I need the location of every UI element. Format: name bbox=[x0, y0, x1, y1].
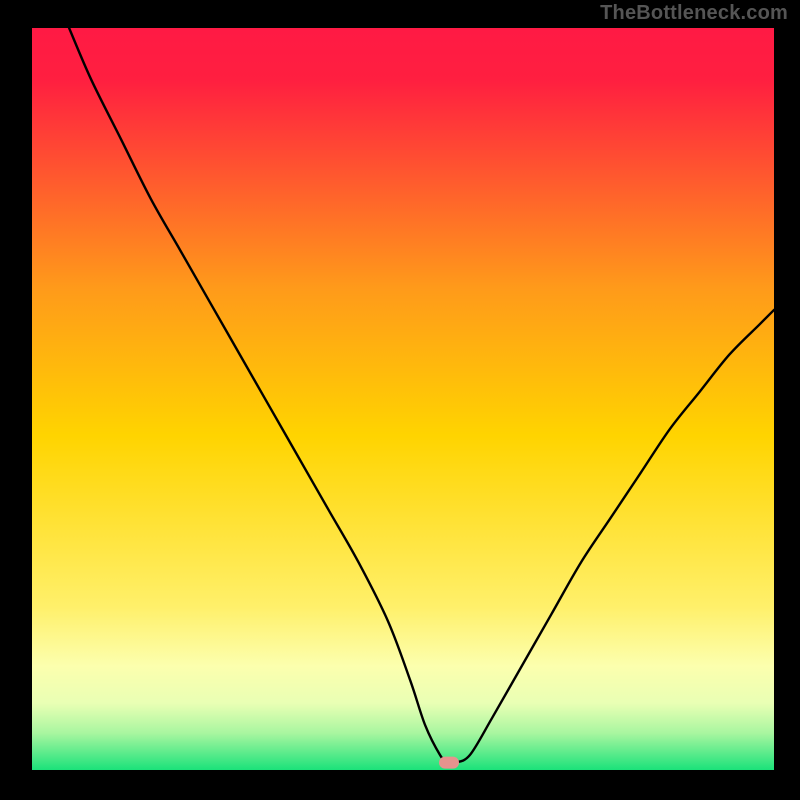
chart-svg bbox=[0, 0, 800, 800]
watermark-text: TheBottleneck.com bbox=[600, 2, 788, 25]
bottleneck-chart: TheBottleneck.com bbox=[0, 0, 800, 800]
optimum-marker bbox=[439, 757, 459, 769]
